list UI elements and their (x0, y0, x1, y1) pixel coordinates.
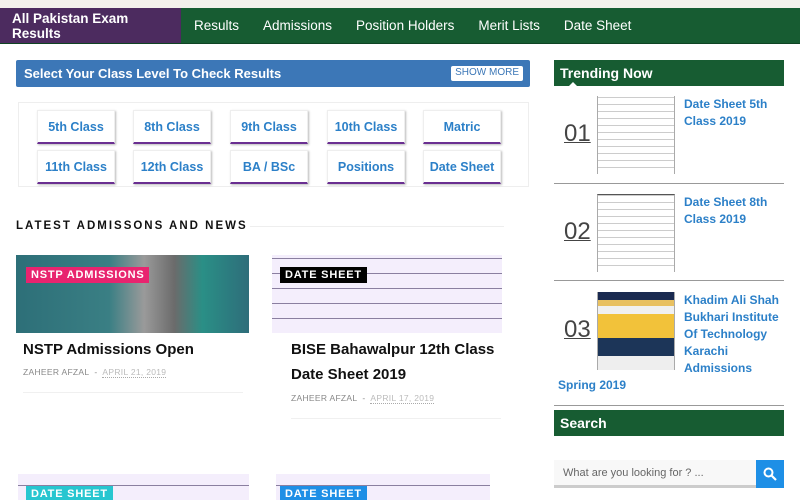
post-date: APRIL 17, 2019 (370, 393, 435, 404)
post-title[interactable]: NSTP Admissions Open (23, 337, 248, 362)
show-more-button[interactable]: SHOW MORE (451, 66, 523, 81)
class-level-header: Select Your Class Level To Check Results… (16, 60, 530, 87)
class-button[interactable]: Positions (327, 150, 405, 184)
search-heading: Search (554, 410, 784, 436)
class-button[interactable]: 10th Class (327, 110, 405, 144)
class-buttons-panel: 5th Class 8th Class 9th Class 10th Class… (18, 102, 529, 187)
trending-heading: Trending Now (554, 60, 784, 86)
brand-link[interactable]: All Pakistan Exam Results (0, 8, 181, 43)
nav-date-sheet[interactable]: Date Sheet (564, 18, 632, 33)
search-icon (763, 467, 777, 481)
post-thumbnail[interactable]: DATE SHEET (276, 474, 490, 500)
class-button[interactable]: Date Sheet (423, 150, 501, 184)
news-heading: LATEST ADMISSONS AND NEWS (16, 220, 248, 232)
class-button[interactable]: Matric (423, 110, 501, 144)
search-input[interactable]: What are you looking for ? ... (554, 460, 756, 488)
class-button[interactable]: 12th Class (133, 150, 211, 184)
main-nav: All Pakistan Exam Results Results Admiss… (0, 8, 800, 44)
heading-notch (568, 82, 578, 87)
trending-thumbnail[interactable] (597, 96, 675, 174)
class-button[interactable]: 8th Class (133, 110, 211, 144)
category-badge[interactable]: DATE SHEET (280, 486, 367, 500)
nav-results[interactable]: Results (194, 18, 239, 33)
class-button[interactable]: 5th Class (37, 110, 115, 144)
trending-thumbnail[interactable] (597, 194, 675, 272)
nav-merit-lists[interactable]: Merit Lists (478, 18, 540, 33)
class-button[interactable]: 11th Class (37, 150, 115, 184)
trending-link[interactable]: Khadim Ali Shah Bukhari Institute Of Tec… (684, 292, 784, 377)
nav-position-holders[interactable]: Position Holders (356, 18, 454, 33)
category-badge[interactable]: DATE SHEET (280, 267, 367, 283)
category-badge[interactable]: NSTP ADMISSIONS (26, 267, 150, 283)
trending-link-cont[interactable]: Spring 2019 (558, 377, 678, 394)
trending-number: 02 (564, 218, 591, 245)
top-strip (0, 0, 800, 8)
trending-link[interactable]: Date Sheet 8th Class 2019 (684, 194, 784, 228)
trending-thumbnail[interactable] (597, 292, 675, 370)
post-author[interactable]: ZAHEER AFZAL (291, 393, 357, 403)
class-level-title: Select Your Class Level To Check Results (24, 66, 282, 81)
divider (23, 392, 243, 393)
nav-admissions[interactable]: Admissions (263, 18, 332, 33)
divider (554, 183, 784, 184)
category-badge[interactable]: DATE SHEET (26, 486, 113, 500)
post-thumbnail[interactable]: NSTP ADMISSIONS (16, 255, 249, 333)
class-button[interactable]: BA / BSc (230, 150, 308, 184)
post-title[interactable]: BISE Bahawalpur 12th Class Date Sheet 20… (291, 337, 531, 387)
post-thumbnail[interactable]: DATE SHEET (272, 255, 502, 333)
search-button[interactable] (756, 460, 784, 488)
class-button[interactable]: 9th Class (230, 110, 308, 144)
post-meta: ZAHEER AFZAL - APRIL 21, 2019 (23, 367, 167, 378)
trending-number: 03 (564, 316, 591, 343)
post-thumbnail[interactable]: DATE SHEET (18, 474, 249, 500)
post-meta: ZAHEER AFZAL - APRIL 17, 2019 (291, 393, 435, 404)
divider (554, 405, 784, 406)
post-date: APRIL 21, 2019 (102, 367, 167, 378)
trending-link[interactable]: Date Sheet 5th Class 2019 (684, 96, 784, 130)
post-author[interactable]: ZAHEER AFZAL (23, 367, 89, 377)
trending-number: 01 (564, 120, 591, 147)
divider (291, 418, 501, 419)
divider (554, 280, 784, 281)
divider (250, 226, 504, 227)
